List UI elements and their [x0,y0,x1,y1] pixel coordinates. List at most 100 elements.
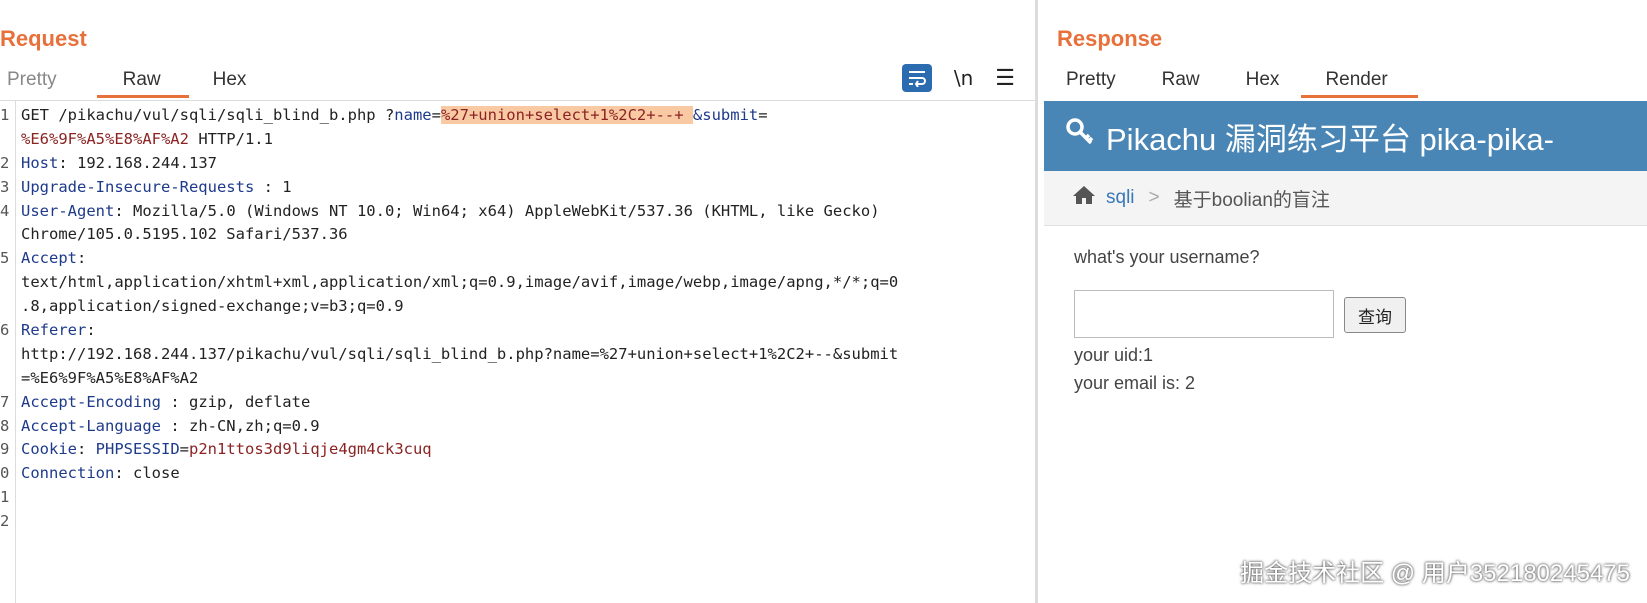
header-value: text/html,application/xhtml+xml,applicat… [21,273,899,292]
header-sep: : [114,464,133,483]
request-editor[interactable]: 1 GET /pikachu/vul/sqli/sqli_blind_b.php… [0,104,1035,534]
header-sep: : [114,201,133,220]
line-number: 3 [0,177,10,196]
header-key: Host [21,153,59,172]
header-sep: : [86,321,96,340]
editor-line: 1 [0,486,1035,510]
header-sep: : [254,177,283,196]
line-number: 0 [0,464,10,483]
username-input[interactable] [1074,290,1334,338]
show-newlines-button[interactable]: \n [954,66,973,90]
editor-line: 2 [0,510,1035,534]
header-sep: : [160,392,189,411]
request-title: Request [0,26,87,51]
param-value: %E6%9F%A5%E8%AF%A2 [21,129,189,148]
header-key: Accept-Encoding [21,392,161,411]
header-value: .8,application/signed-exchange;v=b3;q=0.… [21,297,404,316]
editor-line: 2 Host: 192.168.244.137 [0,152,1035,176]
header-sep: : [77,440,96,459]
line-number: 1 [0,106,10,124]
tab-hex[interactable]: Hex [1222,68,1302,98]
editor-line: 5 Accept: [0,247,1035,271]
header-value: http://192.168.244.137/pikachu/vul/sqli/… [21,344,899,363]
selected-payload: %27+union+select+1%2C2+--+ [440,106,693,124]
watermark: 掘金技术社区 @ 用户352180245475 [1240,560,1630,587]
header-key: Referer [21,321,87,340]
breadcrumb-current: 基于boolian的盲注 [1173,189,1330,211]
editor-line: 4 User-Agent: Mozilla/5.0 (Windows NT 10… [0,200,1035,224]
editor-line: 6 Referer: [0,319,1035,343]
breadcrumb-separator: > [1148,187,1160,208]
cookie-eq: = [179,440,190,459]
param-amp: & [692,106,703,124]
editor-line: =%E6%9F%A5%E8%AF%A2 [0,367,1035,391]
header-key: Accept [21,249,77,268]
cookie-value: p2n1ttos3d9liqje4gm4ck3cuq [189,440,432,459]
header-value: close [133,464,180,483]
username-prompt: what's your username? [1074,247,1260,267]
tab-pretty[interactable]: Pretty [0,68,97,98]
editor-line: 8 Accept-Language : zh-CN,zh;q=0.9 [0,415,1035,439]
line-number: 2 [0,153,10,172]
header-value: 192.168.244.137 [77,153,217,172]
response-title: Response [1057,26,1163,51]
response-tabs: Pretty Raw Hex Render [1042,68,1418,100]
header-key: User-Agent [21,201,115,220]
header-sep: : [77,249,87,268]
editor-line: .8,application/signed-exchange;v=b3;q=0.… [0,295,1035,319]
param-key: submit [702,106,759,124]
request-toolbar: \n ☰ [901,64,1015,92]
param-eq: = [758,106,768,124]
tab-raw[interactable]: Raw [1138,68,1222,98]
line-number: 4 [0,201,10,220]
request-line-method: GET /pikachu/vul/sqli/sqli_blind_b.php ? [21,106,395,124]
line-number: 2 [0,512,10,531]
cookie-name: PHPSESSID [95,440,180,459]
line-number: 9 [0,440,10,459]
editor-line: 3 Upgrade-Insecure-Requests : 1 [0,176,1035,200]
query-button[interactable]: 查询 [1344,297,1406,333]
header-value: Mozilla/5.0 (Windows NT 10.0; Win64; x64… [133,201,880,220]
line-number: 6 [0,321,10,340]
editor-line: 0 Connection: close [0,462,1035,486]
http-version: HTTP/1.1 [188,129,273,148]
header-key: Cookie [21,440,77,459]
header-sep: : [160,416,189,435]
tab-hex[interactable]: Hex [189,68,275,98]
header-value: 1 [282,177,292,196]
header-value: zh-CN,zh;q=0.9 [188,416,320,435]
uid-result: your uid:1 [1074,345,1154,365]
editor-line: %E6%9F%A5%E8%AF%A2 HTTP/1.1 [0,128,1035,152]
breadcrumb: sqli > 基于boolian的盲注 [1044,171,1647,226]
line-number: 1 [0,488,10,507]
menu-icon[interactable]: ☰ [995,65,1015,91]
editor-line: 9 Cookie: PHPSESSID=p2n1ttos3d9liqje4gm4… [0,438,1035,462]
site-header: Pikachu 漏洞练习平台 pika-pika- [1044,101,1647,171]
header-sep: : [58,153,77,172]
editor-line: 1 GET /pikachu/vul/sqli/sqli_blind_b.php… [0,104,1035,128]
header-key: Connection [21,464,115,483]
editor-line: text/html,application/xhtml+xml,applicat… [0,271,1035,295]
param-eq: = [431,106,441,124]
line-number: 5 [0,249,10,268]
home-icon[interactable] [1072,185,1096,211]
word-wrap-icon[interactable] [901,64,932,92]
line-number: 8 [0,416,10,435]
rendered-page: Pikachu 漏洞练习平台 pika-pika- sqli > 基于booli… [1044,101,1647,603]
editor-top-border [0,100,1035,101]
tab-render[interactable]: Render [1301,68,1418,98]
header-key: Accept-Language [21,416,161,435]
email-result: your email is: 2 [1074,373,1196,393]
breadcrumb-link-sqli[interactable]: sqli [1106,187,1135,209]
tab-pretty[interactable]: Pretty [1042,68,1138,98]
header-value: Chrome/105.0.5195.102 Safari/537.36 [21,225,348,244]
editor-line: http://192.168.244.137/pikachu/vul/sqli/… [0,343,1035,367]
header-value: =%E6%9F%A5%E8%AF%A2 [21,368,199,387]
key-icon [1066,118,1094,154]
param-key: name [394,106,432,124]
header-value: gzip, deflate [188,392,311,411]
request-tabs: Pretty Raw Hex [0,68,274,100]
editor-line: Chrome/105.0.5195.102 Safari/537.36 [0,223,1035,247]
tab-raw[interactable]: Raw [96,68,189,98]
pane-splitter[interactable] [1035,0,1038,603]
